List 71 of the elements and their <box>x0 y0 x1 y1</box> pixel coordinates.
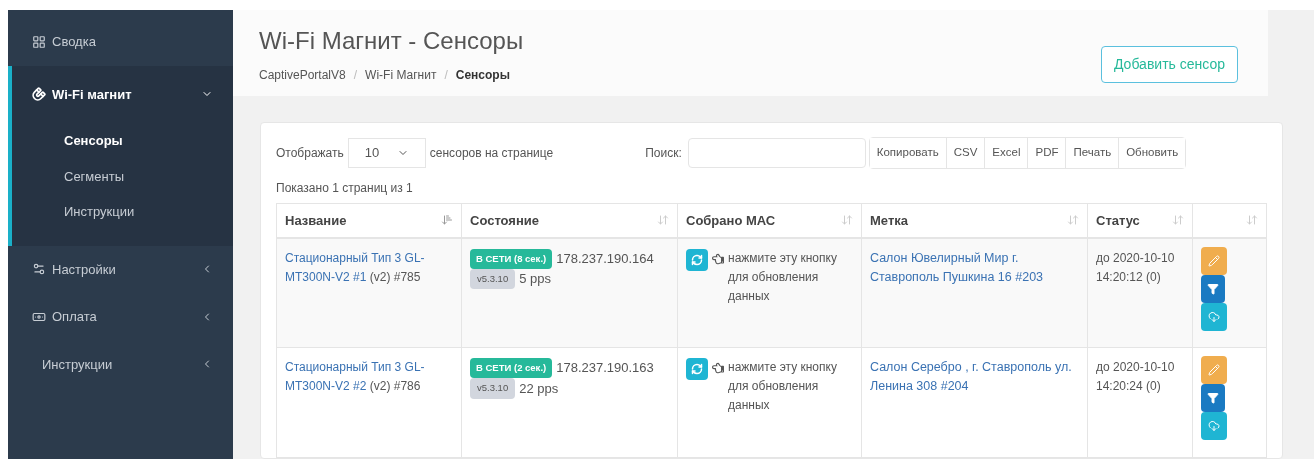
ip-address: 178.237.190.164 <box>556 249 654 268</box>
breadcrumb: Сенсоры <box>455 67 510 84</box>
sort-icon <box>657 214 669 227</box>
column-header[interactable]: Название <box>276 203 462 238</box>
grid-icon <box>32 34 46 49</box>
packet-rate: 5 pps <box>519 270 551 289</box>
ip-address: 178.237.190.163 <box>556 359 654 378</box>
edit-button[interactable] <box>1201 246 1227 275</box>
version-badge: v5.3.10 <box>470 378 516 399</box>
sidebar-item[interactable]: Настройки <box>8 245 233 293</box>
column-header[interactable]: Собрано МАС <box>677 203 862 238</box>
download-button[interactable] <box>1201 412 1227 440</box>
magnet-icon <box>32 87 46 102</box>
pointing-hand-icon <box>712 252 724 265</box>
export-button[interactable]: Копировать <box>869 138 947 168</box>
edit-icon <box>1208 254 1220 267</box>
status-text: до 2020-10-10 14:20:24 (0) <box>1096 360 1175 393</box>
column-header[interactable]: Метка <box>861 203 1088 238</box>
cloud-download-icon <box>1208 420 1220 432</box>
settings-icon <box>32 262 46 277</box>
sensor-link[interactable]: Стационарный Тип 3 GL-MT300N-V2 #2 (v2) #786 <box>285 358 453 396</box>
filter-button[interactable] <box>1201 384 1225 412</box>
sidebar-subitem[interactable]: Сегменты <box>12 158 233 194</box>
online-badge: В СЕТИ (8 сек.) <box>470 248 553 269</box>
cloud-download-icon <box>1208 310 1220 323</box>
location-link[interactable]: Салон Ювелирный Мир г. Ставрополь Пушкина 16 #203 <box>870 248 1079 287</box>
search-label: Поиск: <box>645 145 682 162</box>
sort-icon <box>1067 214 1079 227</box>
refresh-button[interactable] <box>686 248 708 271</box>
version-badge: v5.3.10 <box>470 268 516 289</box>
breadcrumb[interactable]: Wi-Fi Магнит <box>365 66 437 84</box>
sidebar-item[interactable]: Сводка <box>8 18 233 66</box>
sensor-id: (v2) #785 <box>369 269 421 284</box>
refresh-icon <box>691 253 703 266</box>
refresh-hint: нажмите эту кнопку для обновления данных <box>728 359 838 414</box>
packet-rate: 22 pps <box>519 379 559 398</box>
refresh-hint: нажмите эту кнопку для обновления данных <box>728 249 838 305</box>
sidebar-item[interactable]: Инструкции <box>8 340 233 388</box>
page-title: Wi-Fi Магнит - Сенсоры <box>259 26 524 56</box>
edit-icon <box>1208 364 1220 376</box>
show-suffix: сенсоров на странице <box>429 145 554 162</box>
search-field[interactable] <box>687 138 866 168</box>
filter-icon <box>1207 392 1219 404</box>
table-info: Показано 1 страниц из 1 <box>276 180 414 197</box>
sidebar-subitem[interactable]: Сенсоры <box>12 123 233 159</box>
pointing-hand-icon <box>712 362 724 374</box>
sidebar-subitem[interactable]: Инструкции <box>12 194 233 230</box>
refresh-icon <box>691 363 703 375</box>
location-link[interactable]: Салон Серебро , г. Ставрополь ул. Ленина 308 #204 <box>870 358 1079 396</box>
status-text: до 2020-10-10 14:20:12 (0) <box>1096 250 1175 284</box>
sidebar-item[interactable]: Оплата <box>8 293 233 341</box>
sensor-id: (v2) #786 <box>369 379 421 393</box>
filter-icon <box>1207 282 1219 295</box>
download-button[interactable] <box>1201 302 1227 331</box>
column-header[interactable]: Статус <box>1087 203 1193 238</box>
refresh-button[interactable] <box>686 358 708 380</box>
sort-icon <box>841 214 853 227</box>
sensor-link[interactable]: Стационарный Тип 3 GL-MT300N-V2 #1 (v2) #785 <box>285 248 453 287</box>
column-header[interactable]: Состояние <box>461 203 678 238</box>
sorted-icon <box>441 214 453 227</box>
filter-button[interactable] <box>1201 274 1225 303</box>
breadcrumb-separator: / <box>353 67 358 84</box>
online-badge: В СЕТИ (2 сек.) <box>470 358 553 379</box>
sort-icon <box>1172 214 1184 227</box>
breadcrumb-separator: / <box>444 67 448 84</box>
breadcrumb[interactable]: CaptivePortalV8 <box>259 66 346 84</box>
show-label: Отображать <box>276 145 344 162</box>
edit-button[interactable] <box>1201 356 1227 384</box>
sort-icon <box>1246 214 1258 227</box>
sidebar-item[interactable]: Wi-Fi магнит <box>12 65 233 123</box>
page-size-select[interactable]: 10 <box>347 138 426 168</box>
